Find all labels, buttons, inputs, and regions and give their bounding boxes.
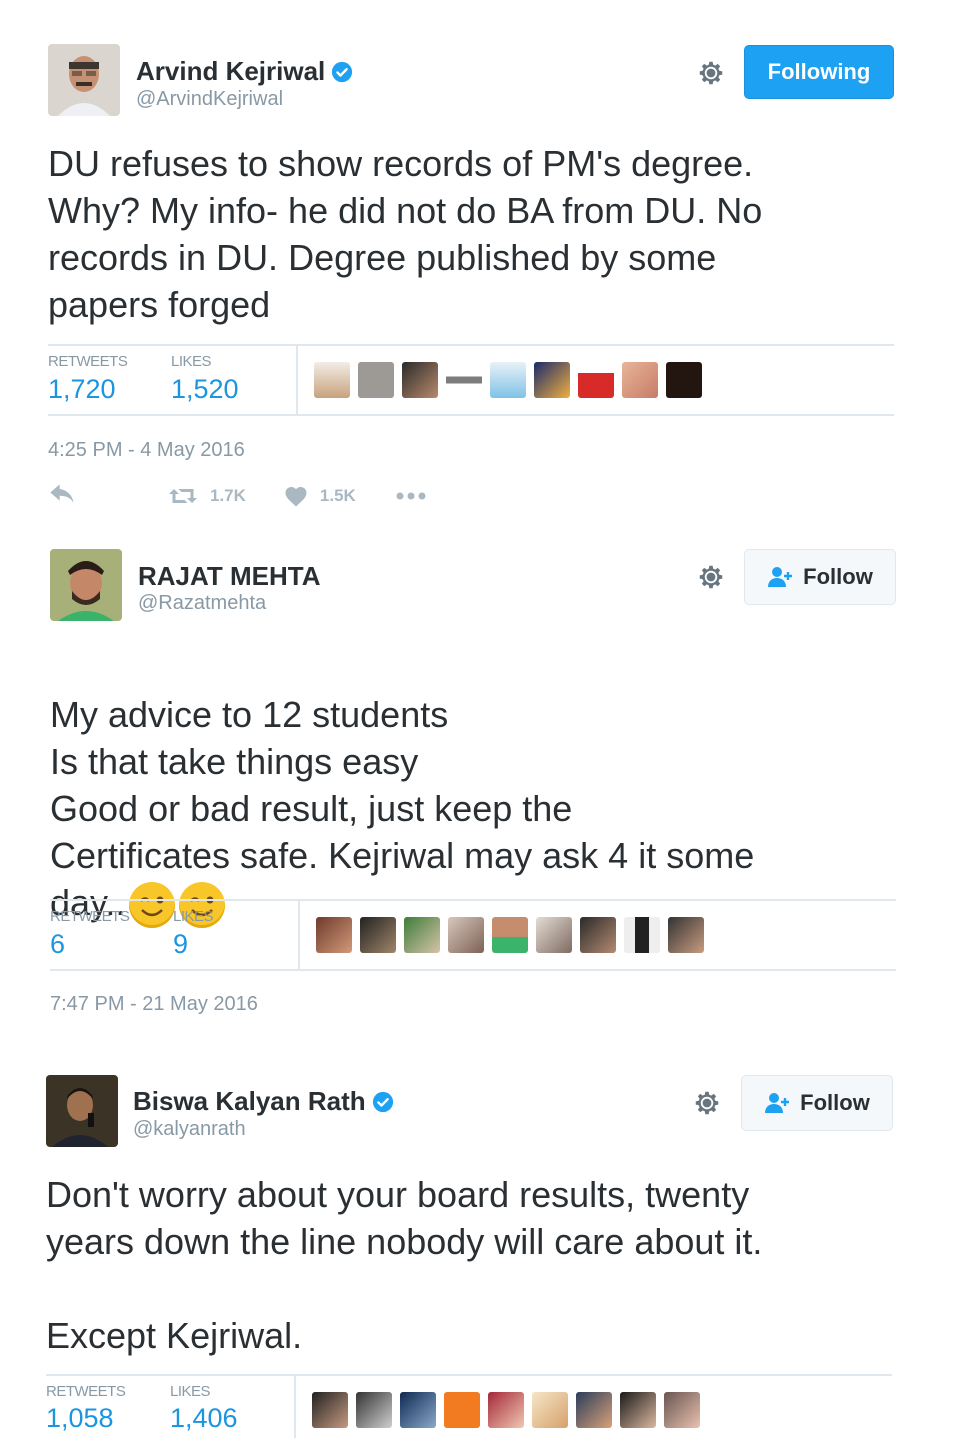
tweet-timestamp[interactable]: 7:47 PM - 21 May 2016 bbox=[50, 993, 258, 1016]
avatar[interactable] bbox=[620, 1392, 656, 1428]
avatar[interactable] bbox=[312, 1392, 348, 1428]
avatar[interactable] bbox=[314, 362, 350, 398]
liker-avatars bbox=[312, 1392, 700, 1428]
heart-icon[interactable] bbox=[284, 485, 308, 507]
following-button[interactable]: Following bbox=[744, 45, 894, 99]
avatar[interactable] bbox=[50, 549, 122, 621]
tweet-text: My advice to 12 students Is that take th… bbox=[50, 644, 930, 929]
tweet-text: DU refuses to show records of PM's degre… bbox=[48, 143, 763, 325]
avatar[interactable] bbox=[400, 1392, 436, 1428]
avatar[interactable] bbox=[448, 917, 484, 953]
add-user-icon bbox=[765, 1093, 790, 1113]
verified-icon bbox=[372, 1091, 393, 1112]
retweets-label: RETWEETS bbox=[48, 353, 128, 370]
likes-count[interactable]: 1,520 bbox=[171, 374, 239, 405]
retweet-count: 1.7K bbox=[210, 486, 246, 505]
reply-icon[interactable] bbox=[48, 484, 76, 508]
retweets-count[interactable]: 6 bbox=[50, 929, 65, 960]
retweets-count[interactable]: 1,720 bbox=[48, 374, 116, 405]
avatar[interactable] bbox=[48, 44, 120, 116]
tweet-kejriwal: Arvind Kejriwal @ArvindKejriwal Followin… bbox=[0, 0, 975, 530]
username[interactable]: @kalyanrath bbox=[133, 1118, 246, 1141]
avatar[interactable] bbox=[536, 917, 572, 953]
avatar[interactable] bbox=[666, 362, 702, 398]
avatar[interactable] bbox=[316, 917, 352, 953]
avatar[interactable] bbox=[492, 917, 528, 953]
avatar[interactable] bbox=[46, 1075, 118, 1147]
likes-label: LIKES bbox=[171, 353, 212, 370]
divider bbox=[48, 414, 894, 416]
divider bbox=[294, 1376, 296, 1438]
avatar[interactable] bbox=[402, 362, 438, 398]
avatar[interactable] bbox=[488, 1392, 524, 1428]
retweet-icon[interactable] bbox=[168, 485, 198, 507]
more-icon[interactable] bbox=[396, 492, 426, 500]
avatar[interactable] bbox=[356, 1392, 392, 1428]
avatar[interactable] bbox=[576, 1392, 612, 1428]
avatar[interactable] bbox=[668, 917, 704, 953]
likes-label: LIKES bbox=[173, 908, 214, 925]
avatar[interactable] bbox=[444, 1392, 480, 1428]
tweet-actions: 1.7K 1.5K bbox=[48, 484, 426, 508]
username[interactable]: @ArvindKejriwal bbox=[136, 88, 283, 111]
avatar[interactable] bbox=[360, 917, 396, 953]
display-name[interactable]: Arvind Kejriwal bbox=[136, 56, 353, 87]
divider bbox=[46, 1374, 892, 1376]
avatar[interactable] bbox=[624, 917, 660, 953]
verified-icon bbox=[332, 61, 353, 82]
avatar[interactable] bbox=[404, 917, 440, 953]
follow-button[interactable]: Follow bbox=[744, 549, 896, 605]
follow-button[interactable]: Follow bbox=[741, 1075, 893, 1131]
divider bbox=[48, 344, 894, 346]
avatar[interactable] bbox=[490, 362, 526, 398]
gear-icon[interactable] bbox=[696, 58, 726, 88]
avatar[interactable] bbox=[622, 362, 658, 398]
liker-avatars bbox=[314, 362, 702, 398]
avatar[interactable] bbox=[358, 362, 394, 398]
display-name[interactable]: Biswa Kalyan Rath bbox=[133, 1086, 394, 1117]
avatar[interactable] bbox=[534, 362, 570, 398]
add-user-icon bbox=[768, 567, 793, 587]
gear-icon[interactable] bbox=[696, 562, 726, 592]
divider bbox=[296, 346, 298, 414]
likes-count[interactable]: 9 bbox=[173, 929, 188, 960]
likes-label: LIKES bbox=[170, 1383, 211, 1400]
avatar[interactable] bbox=[664, 1392, 700, 1428]
like-count: 1.5K bbox=[319, 486, 356, 505]
divider bbox=[50, 969, 896, 971]
likes-count[interactable]: 1,406 bbox=[170, 1403, 238, 1434]
avatar[interactable] bbox=[532, 1392, 568, 1428]
retweets-label: RETWEETS bbox=[50, 908, 130, 925]
avatar[interactable] bbox=[578, 362, 614, 398]
tweet-timestamp[interactable]: 4:25 PM - 4 May 2016 bbox=[48, 439, 245, 462]
divider bbox=[50, 899, 896, 901]
avatar[interactable] bbox=[580, 917, 616, 953]
username[interactable]: @Razatmehta bbox=[138, 592, 266, 615]
display-name[interactable]: RAJAT MEHTA bbox=[138, 561, 320, 592]
tweet-text: Don't worry about your board results, tw… bbox=[46, 1174, 763, 1356]
retweets-count[interactable]: 1,058 bbox=[46, 1403, 114, 1434]
divider bbox=[298, 901, 300, 969]
gear-icon[interactable] bbox=[692, 1088, 722, 1118]
wink-emoji bbox=[129, 882, 176, 929]
retweets-label: RETWEETS bbox=[46, 1383, 126, 1400]
avatar[interactable] bbox=[446, 362, 482, 398]
liker-avatars bbox=[316, 917, 704, 953]
